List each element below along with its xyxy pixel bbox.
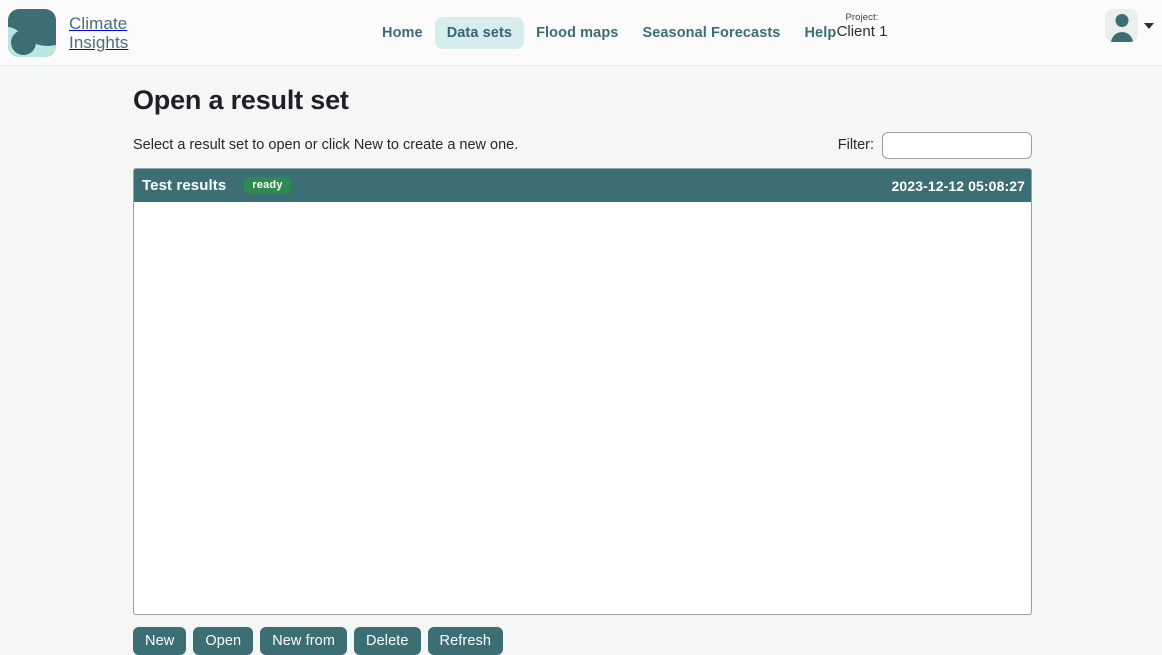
new-button[interactable]: New bbox=[133, 627, 187, 655]
result-set-date: 2023-12-12 05:08:27 bbox=[891, 177, 1025, 194]
main-navigation: Home Data sets Flood maps Seasonal Forec… bbox=[370, 0, 848, 66]
avatar-body bbox=[1110, 32, 1133, 42]
project-indicator: Project: Client 1 bbox=[820, 13, 904, 40]
refresh-button[interactable]: Refresh bbox=[427, 627, 504, 655]
nav-item-data-sets[interactable]: Data sets bbox=[434, 17, 525, 49]
nav-item-seasonal-forecasts[interactable]: Seasonal Forecasts bbox=[630, 17, 792, 49]
page-subtitle: Select a result set to open or click New… bbox=[133, 137, 519, 153]
delete-button[interactable]: Delete bbox=[354, 627, 421, 655]
avatar-head bbox=[1115, 14, 1128, 27]
action-button-bar: New Open New from Delete Refresh bbox=[133, 627, 1162, 655]
open-button[interactable]: Open bbox=[193, 627, 254, 655]
brand-name-line2: Insights bbox=[69, 32, 129, 52]
brand-home-link[interactable]: Climate Insights bbox=[8, 8, 128, 57]
new-from-button[interactable]: New from bbox=[260, 627, 348, 655]
page-title: Open a result set bbox=[133, 85, 349, 115]
project-name: Client 1 bbox=[836, 22, 888, 40]
user-menu[interactable] bbox=[1105, 9, 1154, 42]
filter-input[interactable] bbox=[882, 131, 1032, 159]
project-caption: Project: bbox=[845, 12, 879, 23]
status-badge: ready bbox=[244, 177, 291, 194]
filter-label: Filter: bbox=[837, 137, 874, 153]
climate-wave-logo-icon bbox=[8, 8, 56, 57]
brand-name: Climate Insights bbox=[69, 14, 128, 52]
result-set-list[interactable]: Test results ready 2023-12-12 05:08:27 bbox=[133, 168, 1032, 615]
app-header: Climate Insights Home Data sets Flood ma… bbox=[0, 0, 1162, 66]
chevron-down-icon[interactable] bbox=[1144, 22, 1154, 29]
user-avatar-icon[interactable] bbox=[1105, 9, 1138, 42]
nav-item-home[interactable]: Home bbox=[370, 17, 435, 49]
subtitle-and-filter-row: Select a result set to open or click New… bbox=[133, 130, 1032, 160]
filter-group: Filter: bbox=[837, 131, 1032, 159]
brand-name-line1: Climate bbox=[69, 13, 128, 33]
logo-circle-icon bbox=[11, 29, 36, 55]
nav-item-flood-maps[interactable]: Flood maps bbox=[524, 17, 630, 49]
table-row[interactable]: Test results ready 2023-12-12 05:08:27 bbox=[134, 169, 1031, 202]
page-content: Open a result set Select a result set to… bbox=[0, 66, 1162, 655]
result-set-name: Test results bbox=[142, 177, 227, 194]
